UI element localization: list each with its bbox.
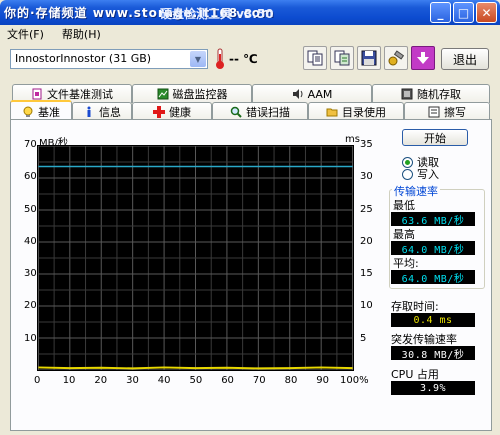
folder-icon	[326, 108, 338, 117]
x-tick: 20	[94, 375, 108, 386]
tools-icon	[388, 50, 404, 66]
max-value: 64.0 MB/秒	[391, 241, 475, 256]
x-tick: 70	[252, 375, 266, 386]
x-tick: 50	[189, 375, 203, 386]
y-tick-right: 35	[360, 139, 373, 150]
x-tick: 80	[284, 375, 298, 386]
temperature-readout: -- ℃	[229, 52, 258, 66]
x-tick: 0	[34, 375, 41, 386]
menu-help[interactable]: 帮助(H)	[62, 26, 101, 42]
y-tick-left: 50	[24, 203, 37, 215]
y-tick-right: 10	[360, 300, 373, 312]
x-tick: 60	[221, 375, 234, 386]
y-tick-right: 30	[360, 171, 373, 183]
y-tick-left: 30	[24, 268, 37, 280]
drive-select[interactable]: InnostorInnostor (31 GB) ▼	[10, 49, 208, 69]
tab-label: 信息	[99, 106, 121, 119]
y-tick-right: 15	[360, 268, 373, 280]
title-bar: 你的·存储频道 www.storage.it168.com 硬盘检测工具 v3.…	[0, 0, 500, 25]
info-icon	[87, 106, 91, 117]
y-tick-right: 20	[360, 235, 373, 247]
access-time-line	[38, 366, 353, 370]
temperature-value: --	[229, 52, 239, 66]
min-value: 63.6 MB/秒	[391, 212, 475, 227]
random-icon	[401, 88, 413, 100]
y-tick-left: 60	[24, 171, 37, 183]
thermometer-icon	[216, 48, 224, 69]
cpu-usage-value: 3.9%	[391, 381, 475, 395]
menu-bar: 文件(F) 帮助(H)	[0, 25, 500, 43]
magnifier-icon	[230, 106, 242, 118]
tab-label: AAM	[307, 87, 333, 101]
radio-dot[interactable]	[402, 168, 413, 180]
x-tick: 10	[62, 375, 76, 386]
tab-label: 基准	[38, 105, 60, 119]
copy-all-icon	[334, 50, 350, 66]
file-icon	[32, 88, 42, 100]
access-time-value: 0.4 ms	[391, 313, 475, 327]
window-title: 硬盘检测工具 v3.50	[160, 7, 274, 21]
cpu-usage-label: CPU 占用	[391, 368, 439, 381]
maximize-button[interactable]: □	[453, 2, 474, 23]
y-tick-right: 5	[360, 332, 367, 344]
temperature-unit: ℃	[243, 52, 258, 66]
tab-row-top: 文件基准测试 磁盘监控器 AAM 随机存取	[12, 84, 490, 103]
speaker-icon	[292, 89, 303, 99]
tab-label: 随机存取	[417, 88, 461, 101]
tab-random-access[interactable]: 随机存取	[372, 84, 490, 103]
tab-benchmark[interactable]: 基准	[10, 100, 72, 121]
y-tick-left: 40	[24, 235, 37, 247]
benchmark-chart	[37, 145, 354, 371]
tab-aam[interactable]: AAM	[252, 84, 372, 103]
options-button[interactable]	[384, 46, 408, 70]
x-tick: 30	[126, 375, 139, 386]
write-radio[interactable]: 写入	[402, 166, 439, 182]
start-button[interactable]: 开始	[402, 129, 468, 146]
menu-file[interactable]: 文件(F)	[7, 26, 44, 42]
x-tick: 90	[316, 375, 330, 386]
exit-button[interactable]: 退出	[441, 48, 489, 70]
x-tick: 40	[157, 375, 171, 386]
y-axis-right-label: ms	[345, 134, 360, 145]
write-label: 写入	[417, 168, 439, 181]
monitor-icon	[157, 88, 168, 100]
copy-all-button[interactable]	[330, 46, 354, 70]
download-button[interactable]	[411, 46, 435, 70]
drive-select-value: InnostorInnostor (31 GB)	[15, 52, 152, 65]
copy-icon	[307, 50, 323, 66]
chevron-down-icon[interactable]: ▼	[190, 51, 206, 67]
access-time-label: 存取时间:	[391, 300, 439, 313]
health-cross-icon	[153, 106, 165, 118]
floppy-icon	[361, 50, 377, 66]
tab-disk-monitor[interactable]: 磁盘监控器	[132, 84, 252, 103]
tab-label: 错误扫描	[246, 106, 290, 119]
burst-rate-value: 30.8 MB/秒	[391, 346, 475, 361]
y-tick-right: 25	[360, 203, 373, 215]
save-button[interactable]	[357, 46, 381, 70]
x-tick: 100%	[340, 375, 369, 386]
tab-label: 目录使用	[342, 106, 386, 119]
y-tick-left: 70	[24, 139, 37, 150]
bulb-icon	[23, 106, 33, 117]
close-button[interactable]: ✕	[476, 2, 497, 23]
tab-label: 磁盘监控器	[172, 88, 228, 101]
erase-icon	[428, 106, 440, 118]
y-tick-left: 10	[24, 332, 37, 344]
minimize-button[interactable]: _	[430, 2, 451, 23]
avg-value: 64.0 MB/秒	[391, 270, 475, 285]
y-tick-left: 20	[24, 300, 37, 312]
copy-text-button[interactable]	[303, 46, 327, 70]
tab-label: 健康	[169, 106, 191, 119]
tab-label: 擦写	[444, 106, 466, 119]
down-arrow-icon	[417, 52, 429, 64]
